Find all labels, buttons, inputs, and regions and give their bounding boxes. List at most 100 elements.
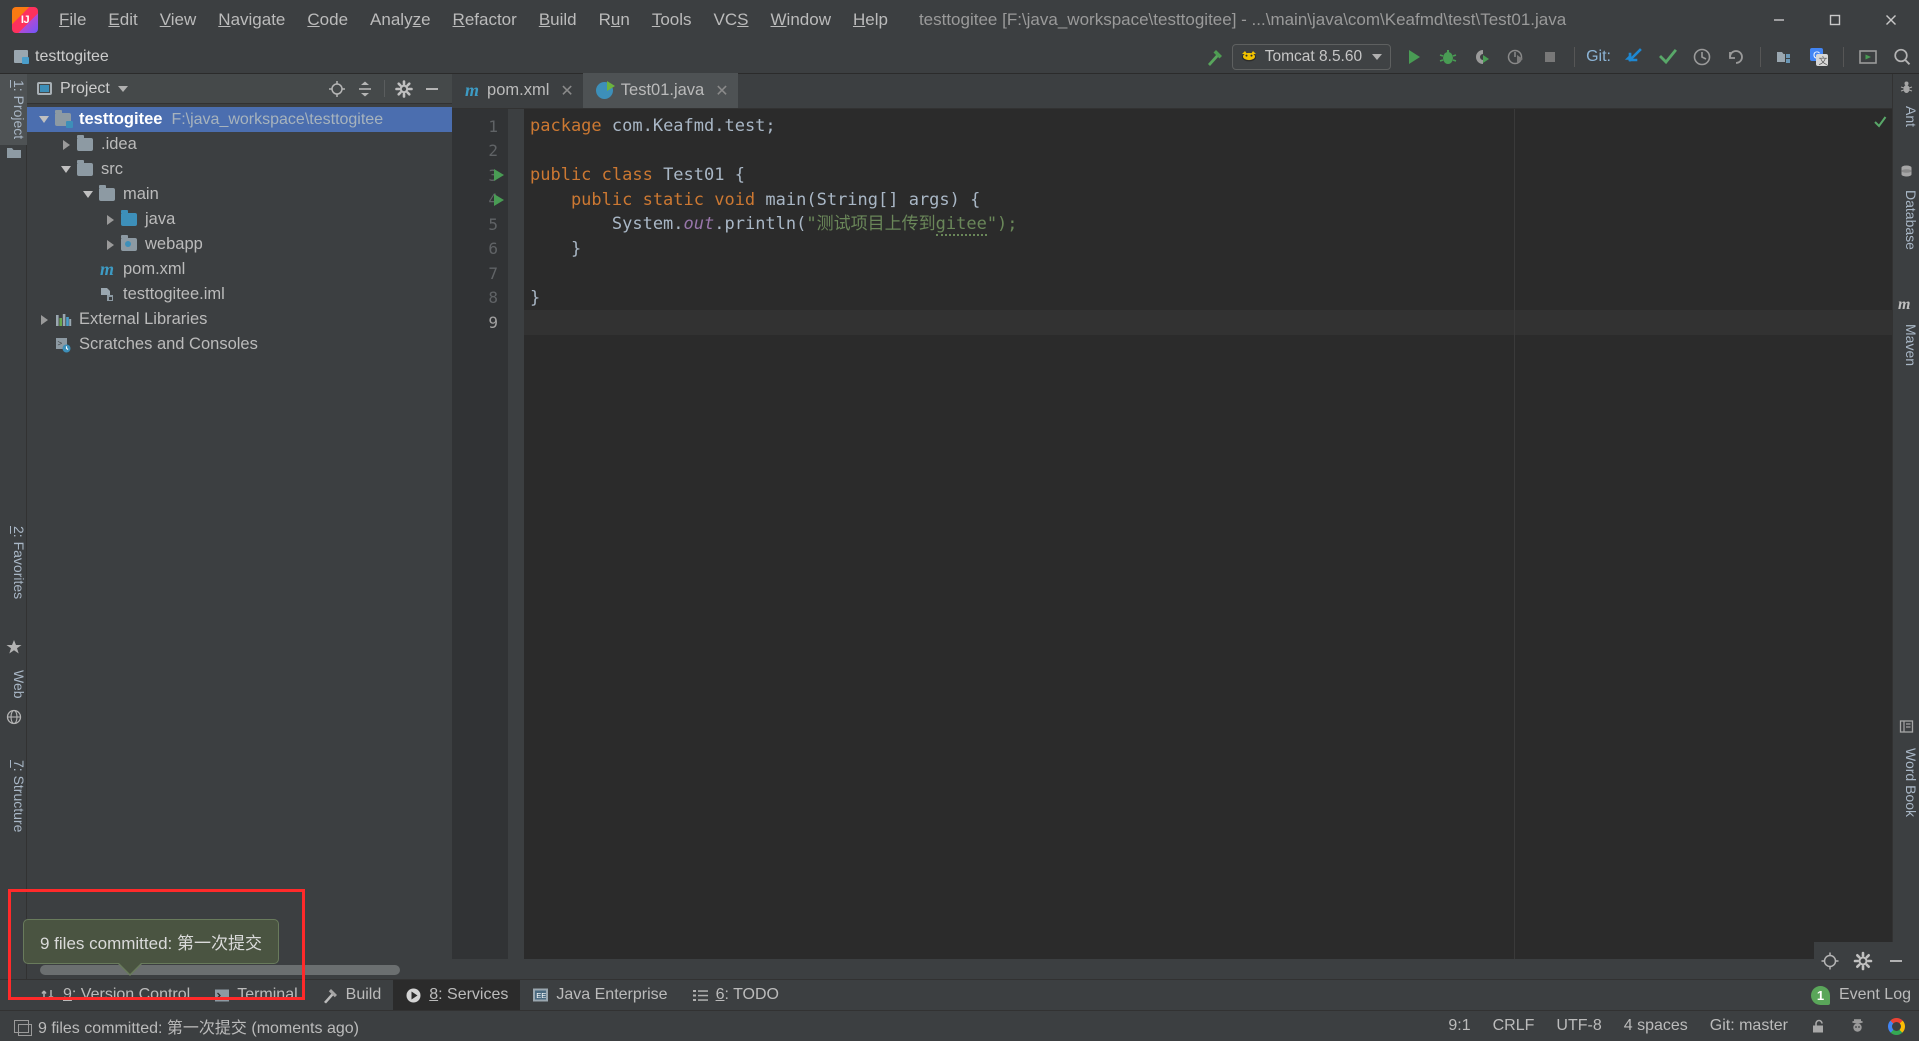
close-icon[interactable]: ✕ [715, 81, 728, 101]
hector-inspection-icon[interactable] [1849, 1018, 1866, 1035]
google-icon[interactable] [1888, 1017, 1905, 1035]
sidebar-item-project[interactable]: 1: Project [0, 74, 27, 146]
chevron-down-icon[interactable] [1372, 54, 1383, 60]
tree-row-src[interactable]: src [27, 157, 452, 182]
expand-arrow-right-icon[interactable] [57, 139, 75, 150]
code-editor[interactable]: 1234−56−789 package com.Keafmd.test; pub… [452, 109, 1892, 979]
profiler-icon[interactable] [1499, 42, 1533, 72]
git-update-project-icon[interactable] [1617, 42, 1651, 72]
menu-item-analyze[interactable]: Analyze [359, 6, 442, 34]
expand-arrow-down-icon[interactable] [57, 166, 75, 173]
git-branch[interactable]: Git: master [1710, 1017, 1788, 1035]
menu-item-build[interactable]: Build [528, 6, 588, 34]
minimize-button[interactable] [1751, 0, 1807, 40]
services-locate-icon[interactable] [1814, 946, 1845, 976]
tree-row-external-libraries[interactable]: External Libraries [27, 307, 452, 332]
close-icon[interactable]: ✕ [560, 81, 573, 101]
status-message-icon[interactable] [14, 1019, 32, 1036]
hide-panel-icon[interactable] [418, 77, 446, 101]
run-anything-icon[interactable] [1851, 42, 1885, 72]
sidebar-item-structure[interactable]: 7: Structure [0, 754, 27, 838]
code-text-area[interactable]: package com.Keafmd.test; public class Te… [524, 109, 1892, 979]
menu-item-window[interactable]: Window [760, 6, 842, 34]
menu-item-tools[interactable]: Tools [641, 6, 703, 34]
line-separator[interactable]: CRLF [1493, 1017, 1535, 1035]
menu-item-edit[interactable]: Edit [97, 6, 148, 34]
expand-arrow-down-icon[interactable] [79, 191, 97, 198]
inspection-status-icon[interactable] [1873, 115, 1887, 128]
menu-item-view[interactable]: View [149, 6, 208, 34]
bottom-tab-todo[interactable]: 6: TODO [680, 980, 791, 1011]
git-commit-icon[interactable] [1651, 42, 1685, 72]
tree-row-pom-xml[interactable]: m pom.xml [27, 257, 452, 282]
editor-tab-pom-xml[interactable]: m pom.xml ✕ [452, 73, 583, 108]
git-rollback-icon[interactable] [1719, 42, 1753, 72]
settings-gear-icon[interactable] [390, 77, 418, 101]
tree-row-testtogitee[interactable]: testtogitee F:\java_workspace\testtogitee [27, 107, 452, 132]
hide-panel-icon[interactable] [1880, 946, 1911, 976]
menu-item-vcs[interactable]: VCS [703, 6, 760, 34]
expand-arrow-right-icon[interactable] [101, 239, 119, 250]
tree-row-main[interactable]: main [27, 182, 452, 207]
chevron-down-icon[interactable] [117, 85, 128, 92]
indent-setting[interactable]: 4 spaces [1624, 1017, 1688, 1035]
run-gutter-icon[interactable] [494, 169, 504, 182]
tool-window-label: Ant [1903, 106, 1919, 128]
project-panel-scrollbar[interactable] [32, 965, 448, 975]
search-everywhere-icon[interactable] [1885, 42, 1919, 72]
event-log-group[interactable]: 1 Event Log [1810, 985, 1919, 1005]
sidebar-item-favorites[interactable]: 2: Favorites [0, 520, 27, 605]
status-message[interactable]: 9 files committed: 第一次提交 (moments ago) [38, 1014, 359, 1038]
bottom-tab-terminal[interactable]: Terminal [202, 980, 309, 1011]
tree-row--idea[interactable]: .idea [27, 132, 452, 157]
bottom-tab-build[interactable]: Build [310, 980, 394, 1011]
run-configuration-selector[interactable]: Tomcat 8.5.60 [1231, 44, 1392, 70]
code-text: (String[] args) { [806, 189, 981, 210]
run-with-coverage-icon[interactable] [1465, 42, 1499, 72]
collapse-all-icon[interactable] [351, 77, 379, 101]
file-encoding[interactable]: UTF-8 [1556, 1017, 1601, 1035]
bottom-tab-java-enterprise[interactable]: EE Java Enterprise [520, 980, 679, 1011]
tree-row-java[interactable]: java [27, 207, 452, 232]
editor-gutter[interactable]: 1234−56−789 [452, 109, 524, 979]
tool-window-ant[interactable]: Ant [1892, 100, 1919, 133]
locate-icon[interactable] [323, 77, 351, 101]
tool-window-maven[interactable]: Maven [1892, 318, 1919, 372]
translate-icon[interactable]: G 文 [1802, 42, 1836, 72]
editor-tab-test01-java[interactable]: Test01.java ✕ [582, 73, 738, 108]
close-button[interactable] [1863, 0, 1919, 40]
unlocked-icon[interactable] [1810, 1018, 1827, 1035]
menu-item-file[interactable]: File [48, 6, 97, 34]
debug-icon[interactable] [1431, 42, 1465, 72]
build-hammer-icon[interactable] [1198, 42, 1232, 72]
menu-item-run[interactable]: Run [588, 6, 641, 34]
tree-row-webapp[interactable]: webapp [27, 232, 452, 257]
scrollbar-thumb[interactable] [40, 965, 400, 975]
tree-row-scratches-and-consoles[interactable]: > Scratches and Consoles [27, 332, 452, 357]
menu-item-help[interactable]: Help [842, 6, 899, 34]
maximize-button[interactable] [1807, 0, 1863, 40]
tool-window-database[interactable]: Database [1892, 184, 1919, 256]
tool-window-word-book[interactable]: Word Book [1892, 742, 1919, 823]
tree-row-testtogitee-iml[interactable]: testtogitee.iml [27, 282, 452, 307]
commit-notification-balloon[interactable]: 9 files committed: 第一次提交 [23, 919, 279, 976]
bottom-tab-services[interactable]: 8: Services [393, 979, 521, 1011]
git-history-icon[interactable] [1685, 42, 1719, 72]
sidebar-item-web[interactable]: Web [0, 664, 27, 705]
gutter-fold-column[interactable] [508, 109, 524, 979]
project-chip[interactable]: testtogitee [14, 48, 109, 66]
project-structure-icon[interactable] [1768, 42, 1802, 72]
settings-gear-icon[interactable] [1847, 946, 1878, 976]
stop-icon[interactable] [1533, 42, 1567, 72]
run-icon[interactable] [1397, 42, 1431, 72]
expand-arrow-down-icon[interactable] [35, 116, 53, 123]
scratches-icon: > [53, 337, 73, 353]
expand-arrow-right-icon[interactable] [101, 214, 119, 225]
bottom-tab-version-control[interactable]: 9: Version Control [28, 980, 202, 1011]
run-gutter-icon[interactable] [494, 193, 504, 206]
menu-item-navigate[interactable]: Navigate [207, 6, 296, 34]
caret-position[interactable]: 9:1 [1448, 1017, 1470, 1035]
expand-arrow-right-icon[interactable] [35, 314, 53, 325]
menu-item-code[interactable]: Code [296, 6, 359, 34]
menu-item-refactor[interactable]: Refactor [442, 6, 528, 34]
